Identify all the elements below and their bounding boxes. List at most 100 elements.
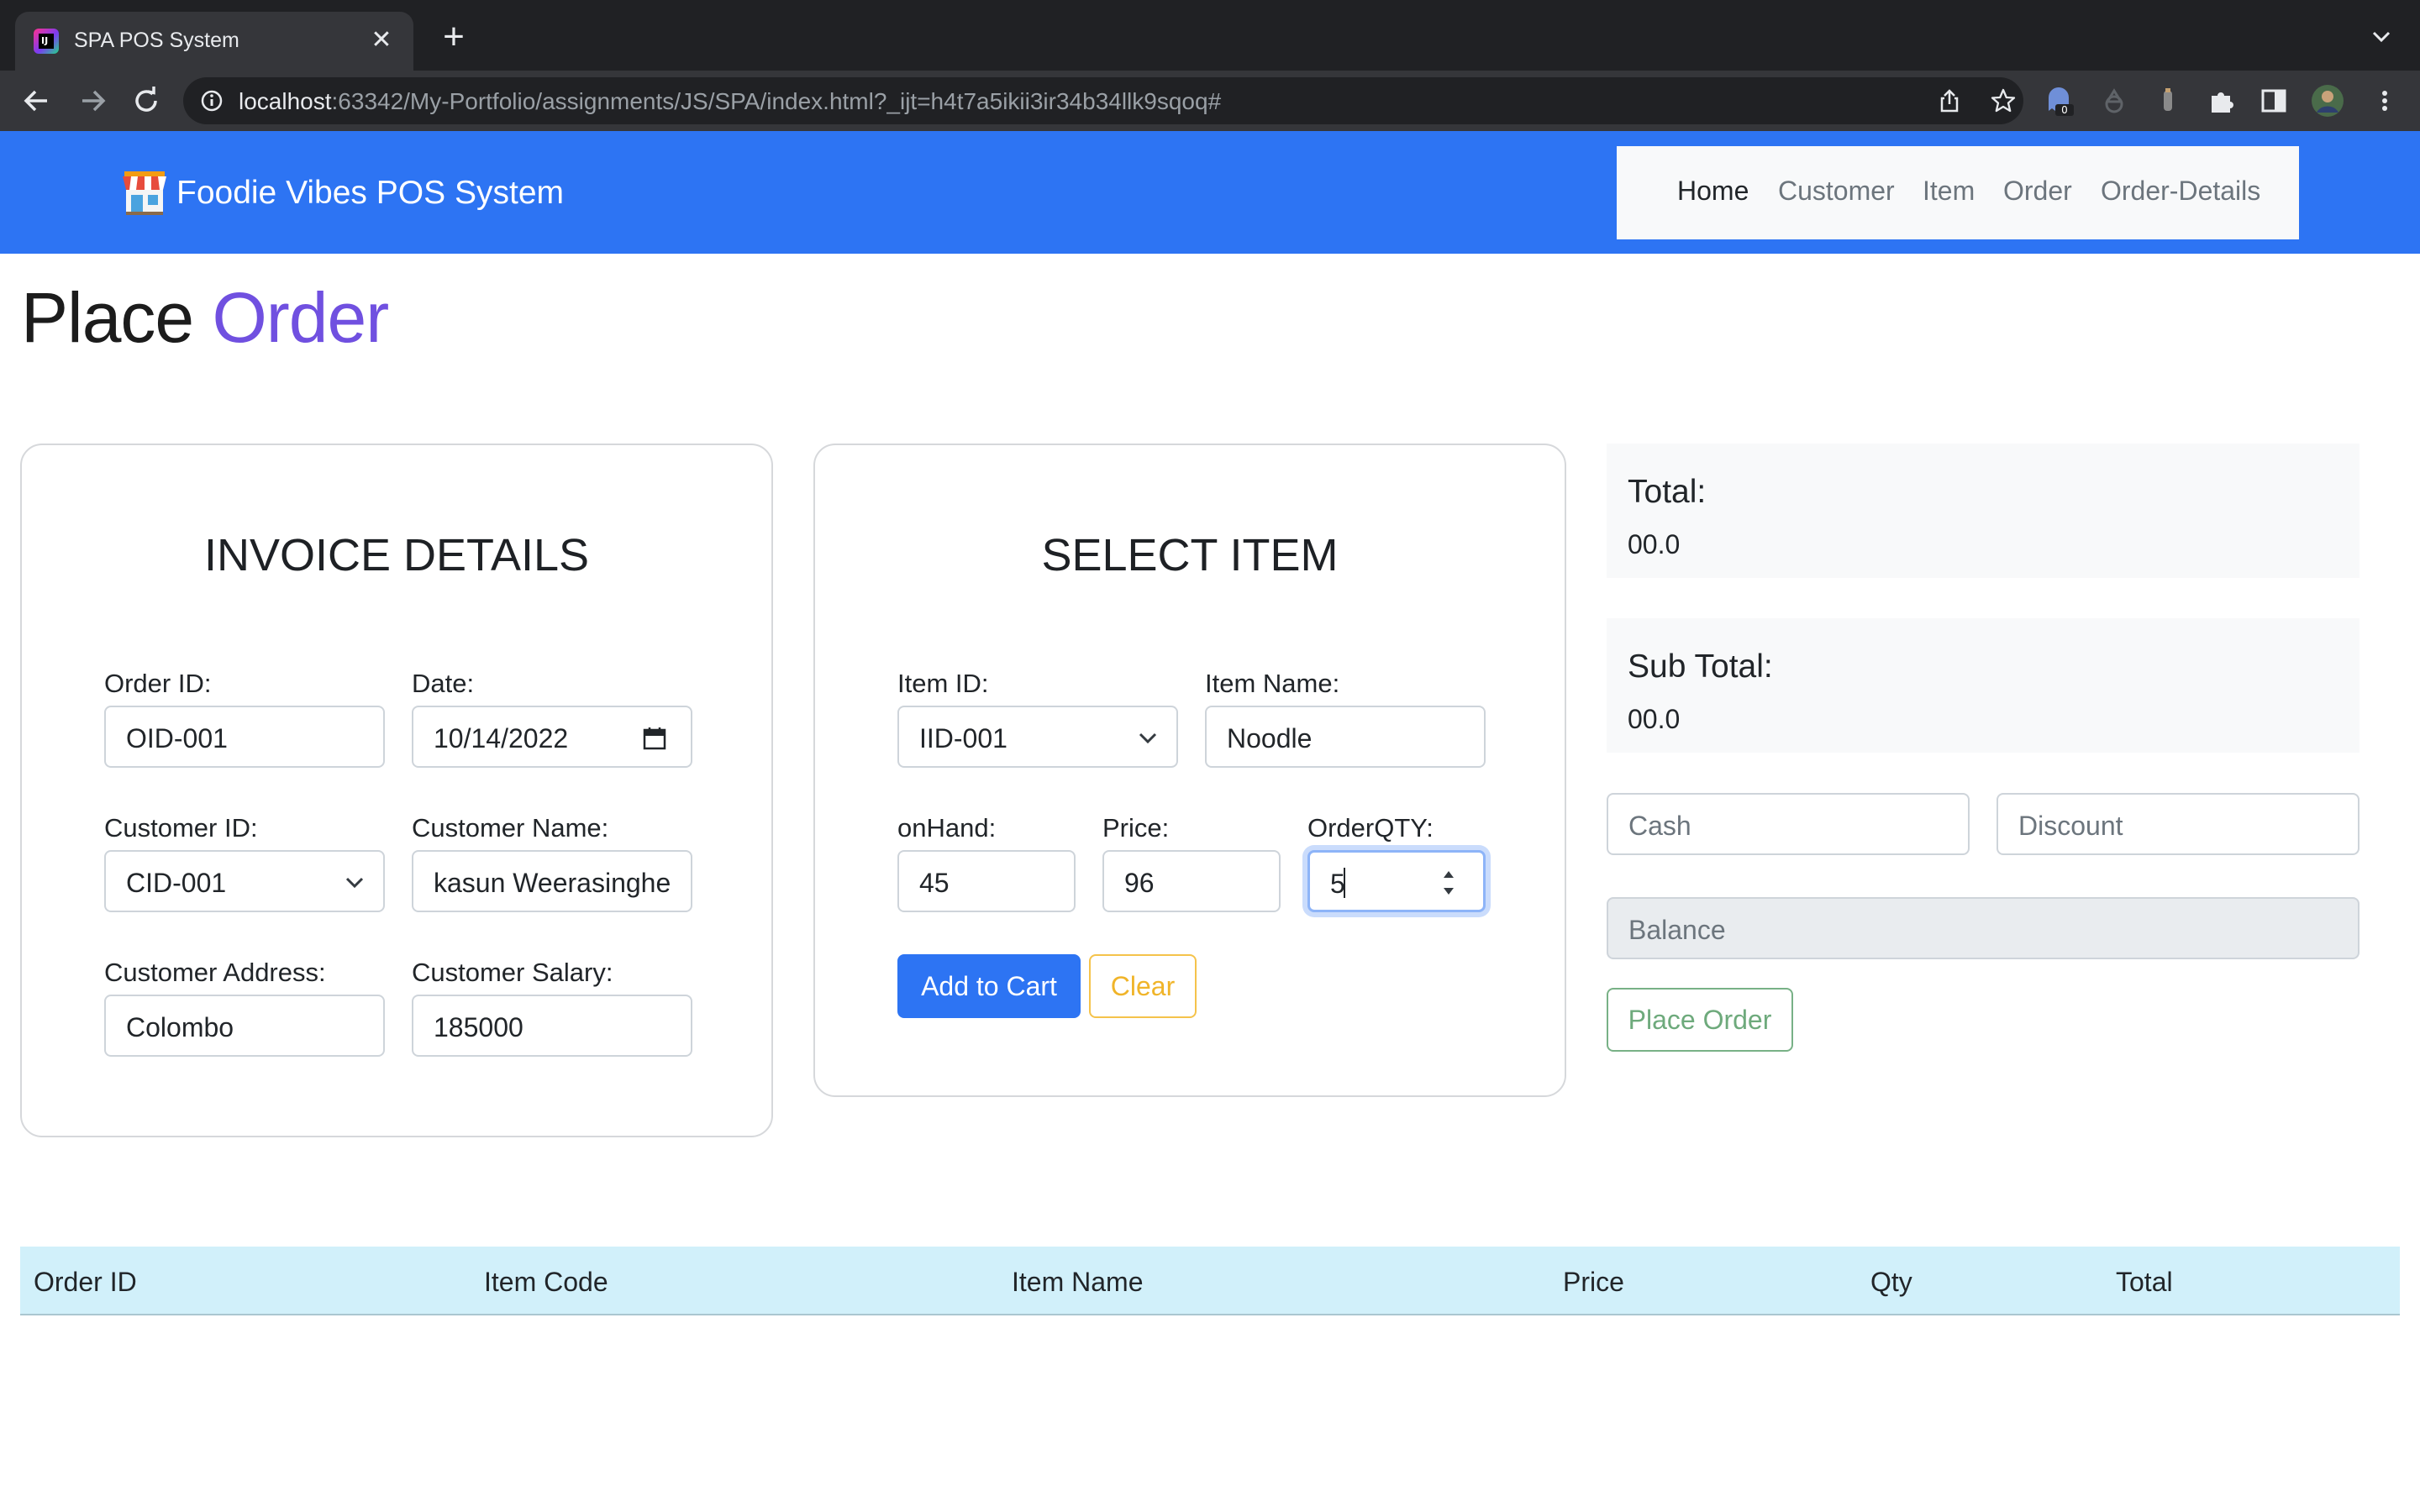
invoice-details-card: INVOICE DETAILS Order ID: OID-001 Date: …	[20, 444, 773, 1137]
order-qty-label: OrderQTY:	[1307, 813, 1434, 843]
item-id-label: Item ID:	[897, 669, 989, 698]
table-header-qty: Qty	[1870, 1267, 1912, 1297]
customer-name-value: kasun Weerasinghe	[434, 868, 671, 898]
bookmark-star-icon[interactable]	[1990, 87, 2017, 114]
order-id-label: Order ID:	[104, 669, 212, 698]
customer-address-input[interactable]: Colombo	[104, 995, 385, 1057]
cash-placeholder: Cash	[1628, 811, 1691, 841]
total-panel: Total: 00.0	[1607, 444, 2360, 578]
total-label: Total:	[1628, 474, 1707, 510]
on-hand-value: 45	[919, 868, 950, 898]
discount-placeholder: Discount	[2018, 811, 2123, 841]
customer-id-value: CID-001	[126, 868, 227, 898]
item-name-label: Item Name:	[1205, 669, 1340, 698]
customer-name-label: Customer Name:	[412, 813, 609, 843]
date-input[interactable]: 10/14/2022	[412, 706, 692, 768]
date-label: Date:	[412, 669, 475, 698]
invoice-details-title: INVOICE DETAILS	[203, 530, 590, 580]
customer-salary-input[interactable]: 185000	[412, 995, 692, 1057]
tab-search-chevron-icon[interactable]	[2366, 22, 2396, 52]
order-id-input[interactable]: OID-001	[104, 706, 385, 768]
select-item-card: SELECT ITEM Item ID: IID-001 Item Name: …	[813, 444, 1566, 1097]
url-text: localhost:63342/My-Portfolio/assignments…	[239, 88, 1222, 114]
sub-total-panel: Sub Total: 00.0	[1607, 618, 2360, 753]
customer-id-label: Customer ID:	[104, 813, 258, 843]
forward-arrow-icon[interactable]	[74, 82, 111, 119]
customer-address-label: Customer Address:	[104, 958, 326, 987]
customer-address-value: Colombo	[126, 1012, 234, 1042]
item-id-value: IID-001	[919, 723, 1007, 753]
price-label: Price:	[1102, 813, 1170, 843]
table-header-item-name: Item Name	[1012, 1267, 1144, 1297]
discount-input[interactable]: Discount	[1996, 793, 2360, 855]
page-title: Place Order	[21, 277, 389, 359]
browser-toolbar: localhost:63342/My-Portfolio/assignments…	[0, 71, 2420, 131]
price-input[interactable]: 96	[1102, 850, 1281, 912]
place-order-button[interactable]: Place Order	[1607, 988, 1793, 1052]
select-item-title: SELECT ITEM	[1041, 530, 1339, 580]
extension-ghost-icon[interactable]: 0	[2044, 86, 2074, 116]
clear-button[interactable]: Clear	[1089, 954, 1197, 1018]
sub-total-label: Sub Total:	[1628, 648, 1773, 685]
on-hand-label: onHand:	[897, 813, 997, 843]
address-bar[interactable]: localhost:63342/My-Portfolio/assignments…	[183, 77, 2023, 124]
svg-text:0: 0	[2061, 104, 2068, 116]
total-value: 00.0	[1628, 529, 1681, 559]
text-caret	[1344, 868, 1345, 898]
brand-name: Foodie Vibes POS System	[176, 175, 564, 211]
back-arrow-icon[interactable]	[18, 82, 55, 119]
new-tab-icon[interactable]: +	[435, 18, 472, 55]
item-name-value: Noodle	[1227, 723, 1313, 753]
price-value: 96	[1124, 868, 1155, 898]
app-navbar: Foodie Vibes POS System Home Customer It…	[0, 131, 2420, 254]
navbar-brand[interactable]: Foodie Vibes POS System	[119, 170, 564, 217]
extensions-puzzle-icon[interactable]	[2207, 86, 2237, 116]
profile-avatar[interactable]	[2311, 84, 2344, 118]
customer-salary-value: 185000	[434, 1012, 523, 1042]
on-hand-input[interactable]: 45	[897, 850, 1076, 912]
add-to-cart-button[interactable]: Add to Cart	[897, 954, 1081, 1018]
table-header-total: Total	[2116, 1267, 2173, 1297]
reload-icon[interactable]	[128, 82, 165, 119]
item-name-input[interactable]: Noodle	[1205, 706, 1486, 768]
table-header-item-code: Item Code	[484, 1267, 608, 1297]
balance-placeholder: Balance	[1628, 915, 1726, 945]
number-stepper-icon[interactable]	[1439, 866, 1458, 900]
chevron-down-icon	[1139, 732, 1157, 744]
share-icon[interactable]	[1936, 87, 1963, 114]
side-panel-icon[interactable]	[2259, 86, 2289, 116]
tab-close-icon[interactable]: ✕	[365, 24, 398, 57]
calendar-icon[interactable]	[642, 726, 667, 751]
page-title-accent: Order	[212, 278, 389, 357]
intellij-favicon-icon: IJ	[34, 29, 59, 54]
tab-title: SPA POS System	[74, 29, 239, 52]
table-header-order-id: Order ID	[34, 1267, 137, 1297]
browser-tab[interactable]: IJ SPA POS System ✕	[15, 12, 413, 71]
extension-recycle-icon[interactable]	[2099, 86, 2129, 116]
nav-link-order[interactable]: Order	[2003, 176, 2072, 207]
item-id-select[interactable]: IID-001	[897, 706, 1178, 768]
nav-link-home[interactable]: Home	[1677, 176, 1749, 207]
cash-input[interactable]: Cash	[1607, 793, 1970, 855]
chevron-down-icon	[345, 877, 364, 889]
browser-tabstrip: IJ SPA POS System ✕ +	[0, 0, 2420, 71]
nav-menu: Home Customer Item Order Order-Details	[1617, 146, 2299, 239]
page-title-part1: Place	[21, 278, 194, 357]
site-info-icon[interactable]	[200, 89, 224, 113]
extension-bottle-icon[interactable]	[2153, 86, 2183, 116]
customer-id-select[interactable]: CID-001	[104, 850, 385, 912]
order-id-value: OID-001	[126, 723, 228, 753]
nav-link-item[interactable]: Item	[1923, 176, 1975, 207]
table-header-price: Price	[1563, 1267, 1624, 1297]
order-qty-input[interactable]: 5	[1307, 850, 1486, 912]
order-table-header: Order ID Item Code Item Name Price Qty T…	[20, 1247, 2400, 1315]
customer-name-input[interactable]: kasun Weerasinghe	[412, 850, 692, 912]
nav-link-customer[interactable]: Customer	[1778, 176, 1895, 207]
nav-link-order-details[interactable]: Order-Details	[2101, 176, 2260, 207]
balance-input[interactable]: Balance	[1607, 897, 2360, 959]
browser-menu-icon[interactable]	[2370, 86, 2400, 116]
store-icon	[123, 171, 166, 215]
sub-total-value: 00.0	[1628, 704, 1681, 734]
date-value: 10/14/2022	[434, 723, 569, 753]
customer-salary-label: Customer Salary:	[412, 958, 613, 987]
